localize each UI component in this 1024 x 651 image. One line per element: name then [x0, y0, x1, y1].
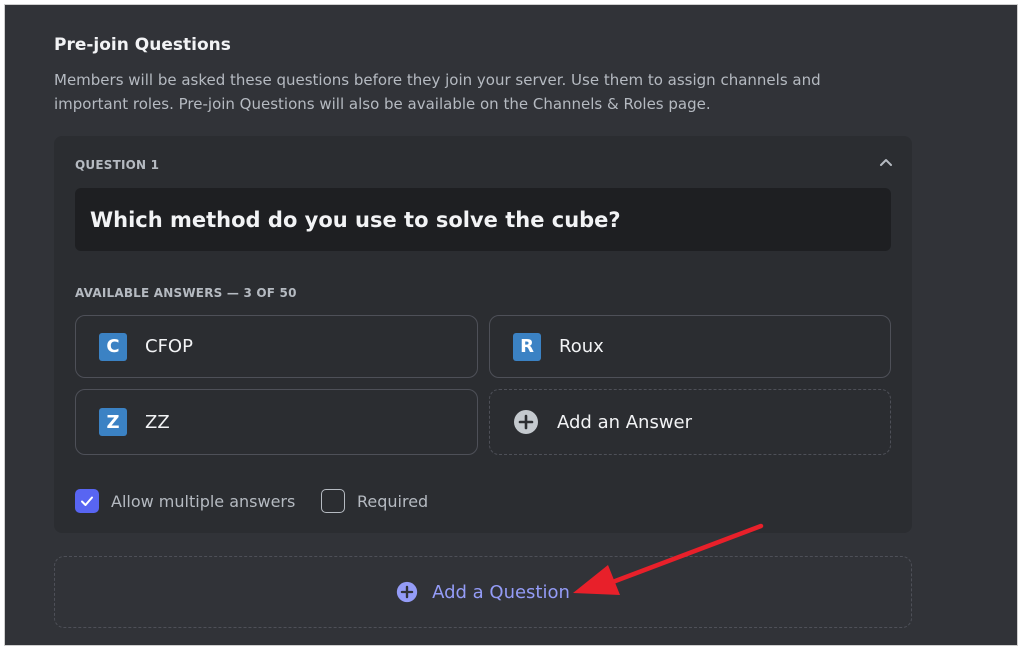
- answer-cfop[interactable]: C CFOP: [75, 315, 478, 378]
- collapse-button[interactable]: [874, 150, 898, 174]
- required-label: Required: [357, 491, 429, 511]
- add-question-label: Add a Question: [432, 581, 570, 603]
- answer-badge: R: [513, 332, 541, 361]
- section-description: Members will be asked these questions be…: [54, 71, 821, 113]
- server-settings-panel: Pre-join Questions Members will be asked…: [4, 4, 1018, 646]
- required-option[interactable]: Required: [321, 489, 428, 513]
- available-answers-label: AVAILABLE ANSWERS — 3 OF 50: [75, 286, 297, 300]
- section-title: Pre-join Questions: [54, 35, 231, 55]
- allow-multiple-checkbox[interactable]: [75, 489, 99, 513]
- answer-roux[interactable]: R Roux: [489, 315, 891, 378]
- plus-circle-icon: [396, 581, 418, 603]
- question-card: QUESTION 1 Which method do you use to so…: [54, 136, 912, 533]
- answer-badge: Z: [99, 408, 127, 436]
- answer-badge: C: [99, 332, 127, 361]
- question-text-input[interactable]: Which method do you use to solve the cub…: [75, 188, 891, 251]
- add-answer-label: Add an Answer: [557, 411, 693, 433]
- plus-circle-icon: [514, 410, 538, 434]
- answer-label: CFOP: [145, 336, 193, 357]
- question-label: QUESTION 1: [75, 158, 160, 172]
- add-question-button[interactable]: Add a Question: [54, 556, 912, 628]
- answer-label: ZZ: [145, 411, 170, 433]
- allow-multiple-answers-option[interactable]: Allow multiple answers: [75, 489, 295, 513]
- answer-zz[interactable]: Z ZZ: [75, 389, 478, 455]
- chevron-up-icon: [880, 159, 892, 166]
- allow-multiple-label: Allow multiple answers: [111, 491, 296, 511]
- check-icon: [81, 496, 93, 506]
- answer-label: Roux: [559, 336, 604, 357]
- add-answer-button[interactable]: Add an Answer: [489, 389, 891, 455]
- required-checkbox[interactable]: [321, 489, 345, 513]
